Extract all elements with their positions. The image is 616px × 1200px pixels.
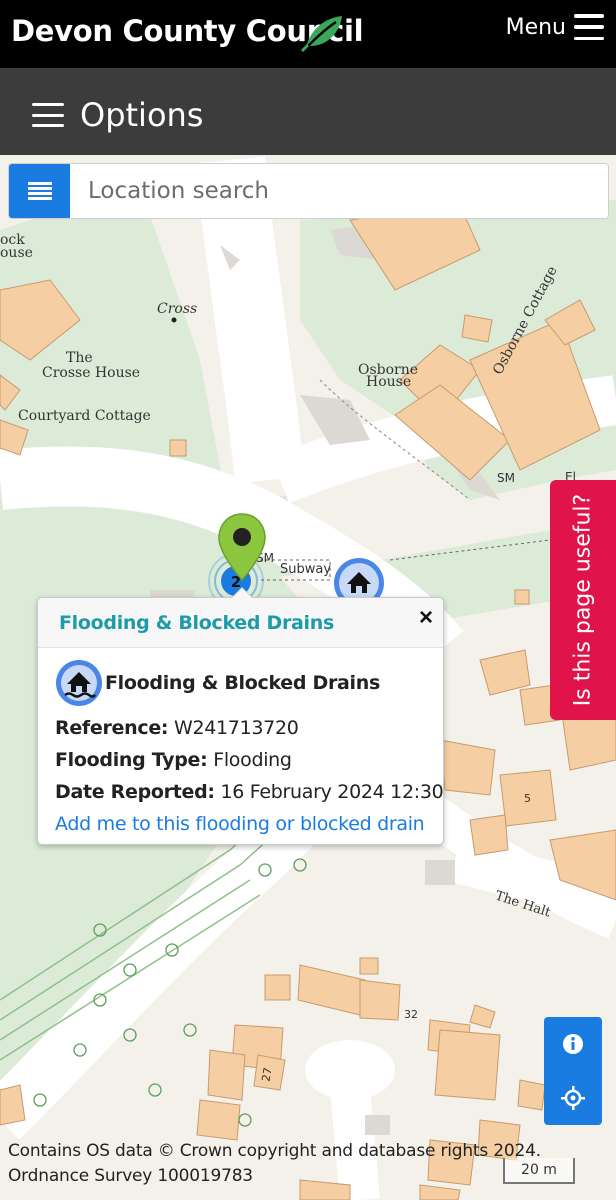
menu-button[interactable]: Menu xyxy=(506,14,604,40)
flooding-house-icon xyxy=(56,660,102,706)
map-label-courtyard-cottage: Courtyard Cottage xyxy=(18,408,151,424)
flooding-type-value: Flooding xyxy=(213,749,292,771)
popup-body: Flooding & Blocked Drains Reference: W24… xyxy=(38,648,444,850)
menu-label: Menu xyxy=(505,14,566,40)
map-label-five: 5 xyxy=(524,792,531,805)
layers-button[interactable] xyxy=(9,164,70,218)
map-attribution: Contains OS data © Crown copyright and d… xyxy=(8,1139,548,1189)
feedback-label: Is this page useful? xyxy=(570,493,596,707)
layers-list-icon xyxy=(27,182,52,200)
site-header: Devon County Council Menu xyxy=(0,0,616,68)
flooding-type-row: Flooding Type: Flooding xyxy=(55,744,426,776)
add-me-link[interactable]: Add me to this flooding or blocked drain xyxy=(55,808,426,840)
options-label: Options xyxy=(80,96,204,134)
map-label-27: 27 xyxy=(259,1066,275,1083)
map-label-32: 32 xyxy=(404,1008,418,1021)
reference-row: Reference: W241713720 xyxy=(55,712,426,744)
options-button[interactable]: Options xyxy=(32,96,203,134)
reference-label: Reference: xyxy=(55,717,169,739)
info-icon xyxy=(563,1034,583,1054)
date-reported-label: Date Reported: xyxy=(55,781,215,803)
attribution-line-2: Ordnance Survey 100019783 xyxy=(8,1166,253,1186)
map-label-rock-2: ouse xyxy=(0,245,33,261)
attribution-line-1: Contains OS data © Crown copyright and d… xyxy=(8,1141,541,1161)
reference-value: W241713720 xyxy=(173,717,299,739)
popup-title: Flooding & Blocked Drains xyxy=(59,612,334,634)
scale-bar: 20 m xyxy=(503,1158,575,1184)
map-label-cross: Cross xyxy=(157,301,198,317)
map-label-osborne-house-2: House xyxy=(366,374,412,390)
info-button[interactable] xyxy=(544,1017,602,1071)
options-bar: Options xyxy=(0,68,616,155)
feature-popup: Flooding & Blocked Drains × Flooding & B… xyxy=(37,587,444,845)
popup-category-row: Flooding & Blocked Drains xyxy=(55,658,426,708)
leaf-logo-icon xyxy=(300,16,342,52)
crosshair-icon xyxy=(561,1086,585,1110)
flooding-type-label: Flooding Type: xyxy=(55,749,208,771)
options-hamburger-icon xyxy=(32,103,64,127)
popup-header: Flooding & Blocked Drains × xyxy=(38,598,443,648)
date-reported-row: Date Reported: 16 February 2024 12:30 xyxy=(55,776,444,808)
popup-tail xyxy=(231,587,253,598)
close-icon[interactable]: × xyxy=(419,606,433,630)
map-label-subway: Subway xyxy=(280,562,332,577)
popup-category: Flooding & Blocked Drains xyxy=(105,672,380,694)
map-label-crosse-house-2: Crosse House xyxy=(42,365,141,381)
date-reported-value: 16 February 2024 12:30 xyxy=(220,781,444,803)
map-label-sm-1: SM xyxy=(497,471,515,485)
hamburger-icon xyxy=(574,14,604,40)
location-pin-icon[interactable] xyxy=(217,512,267,582)
locate-button[interactable] xyxy=(544,1071,602,1125)
location-search-input[interactable] xyxy=(70,164,608,218)
feedback-tab[interactable]: Is this page useful? xyxy=(550,480,616,720)
map-label-crosse-house-1: The xyxy=(66,350,93,366)
location-search-bar xyxy=(8,163,609,219)
